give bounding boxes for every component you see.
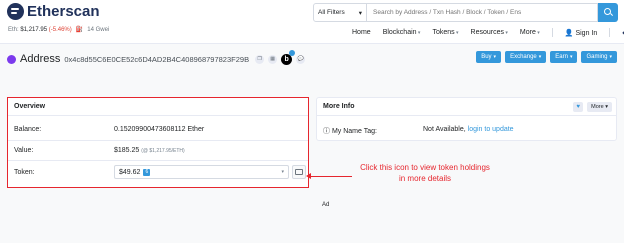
logo-text: Etherscan <box>27 3 100 20</box>
help-icon: ⓘ <box>323 128 330 135</box>
top-header: Etherscan Eth: $1,217.95 (-5.46%) ⛽ 14 G… <box>0 0 624 44</box>
etherscan-logo-icon <box>7 3 24 20</box>
name-tag-label: ⓘ My Name Tag: <box>323 128 377 135</box>
nav-resources[interactable]: Resources <box>471 29 508 36</box>
balance-value: 0.15209900473608112 Ether <box>114 126 205 133</box>
nav-more[interactable]: More <box>520 29 540 36</box>
nav-divider <box>551 28 553 37</box>
token-holdings-dropdown[interactable]: $49.62 6 ▾ <box>114 165 289 179</box>
more-info-title: More Info <box>317 98 616 116</box>
annotation-line <box>308 176 352 177</box>
eth-label: Eth: $1,217.95 (-5.46%) <box>8 26 72 33</box>
nav-sign-in[interactable]: 👤 Sign In <box>565 29 597 37</box>
address-avatar <box>7 54 16 64</box>
more-info-tools: ♥ More ▾ <box>573 102 612 112</box>
divider <box>8 140 308 141</box>
token-label: Token: <box>14 169 35 176</box>
page-title: Address <box>20 53 61 65</box>
chevron-down-icon: ▾ <box>358 9 362 17</box>
value-label: Value: <box>14 147 34 154</box>
value-amount: $185.25 (@ $1,217.95/ETH) <box>114 147 185 154</box>
divider <box>8 160 308 161</box>
etherscan-logo[interactable]: Etherscan <box>7 3 100 20</box>
address-hash: 0x4c8d55C6E0CE52c6D4AD2B4C408968797823F2… <box>64 54 250 64</box>
eth-price: $1,217.95 <box>20 26 48 33</box>
main-nav: Home Blockchain Tokens Resources More 👤 … <box>352 28 624 37</box>
blockscan-badge <box>289 49 296 56</box>
search-button[interactable] <box>598 3 618 22</box>
more-button[interactable]: More ▾ <box>587 102 612 112</box>
heart-icon[interactable]: ♥ <box>573 102 584 112</box>
nav-blockchain[interactable]: Blockchain <box>383 29 421 36</box>
qr-code-icon[interactable]: ▦ <box>268 54 278 64</box>
value-rate: (@ $1,217.95/ETH) <box>141 148 185 154</box>
earn-button[interactable]: Earn <box>550 51 578 63</box>
annotation-arrow-icon <box>306 173 311 179</box>
eth-price-line: Eth: $1,217.95 (-5.46%) ⛽ 14 Gwei <box>8 26 110 34</box>
address-header: Address 0x4c8d55C6E0CE52c6D4AD2B4C408968… <box>7 49 617 67</box>
annotation-text: Click this icon to view token holdings i… <box>360 163 490 183</box>
overview-panel: Overview Balance: 0.15209900473608112 Et… <box>7 97 309 188</box>
blockscan-icon[interactable]: b <box>281 49 296 65</box>
address-action-buttons: Buy Exchange Earn Gaming <box>476 51 617 63</box>
nav-home[interactable]: Home <box>352 29 371 36</box>
search-input[interactable] <box>367 3 598 22</box>
token-holdings-icon[interactable] <box>292 165 306 179</box>
ad-label: Ad <box>322 202 330 208</box>
search-filter-select[interactable]: All Filters ▾ <box>313 3 367 22</box>
chevron-down-icon: ▾ <box>281 169 284 175</box>
exchange-button[interactable]: Exchange <box>505 51 547 63</box>
eth-change: (-5.46%) <box>48 26 72 33</box>
chat-icon[interactable]: 💬 <box>296 54 306 64</box>
nav-divider <box>609 28 611 37</box>
more-info-panel: More Info ♥ More ▾ ⓘ My Name Tag: Not Av… <box>316 97 617 141</box>
token-value: $49.62 <box>119 168 141 176</box>
copy-icon[interactable]: ❐ <box>255 54 265 64</box>
address-actions: ❐ ▦ b 💬 <box>255 49 306 65</box>
nav-tokens[interactable]: Tokens <box>432 29 458 36</box>
gas-icon: ⛽ <box>75 27 84 33</box>
overview-title: Overview <box>8 98 308 116</box>
token-count-badge: 6 <box>143 168 151 176</box>
balance-label: Balance: <box>14 126 42 133</box>
login-to-update-link[interactable]: login to update <box>468 126 514 133</box>
buy-button[interactable]: Buy <box>476 51 502 63</box>
name-tag-value: Not Available, login to update <box>423 126 514 133</box>
gaming-button[interactable]: Gaming <box>581 51 617 63</box>
search-bar: All Filters ▾ <box>313 3 618 22</box>
gas-price: 14 Gwei <box>87 26 110 33</box>
